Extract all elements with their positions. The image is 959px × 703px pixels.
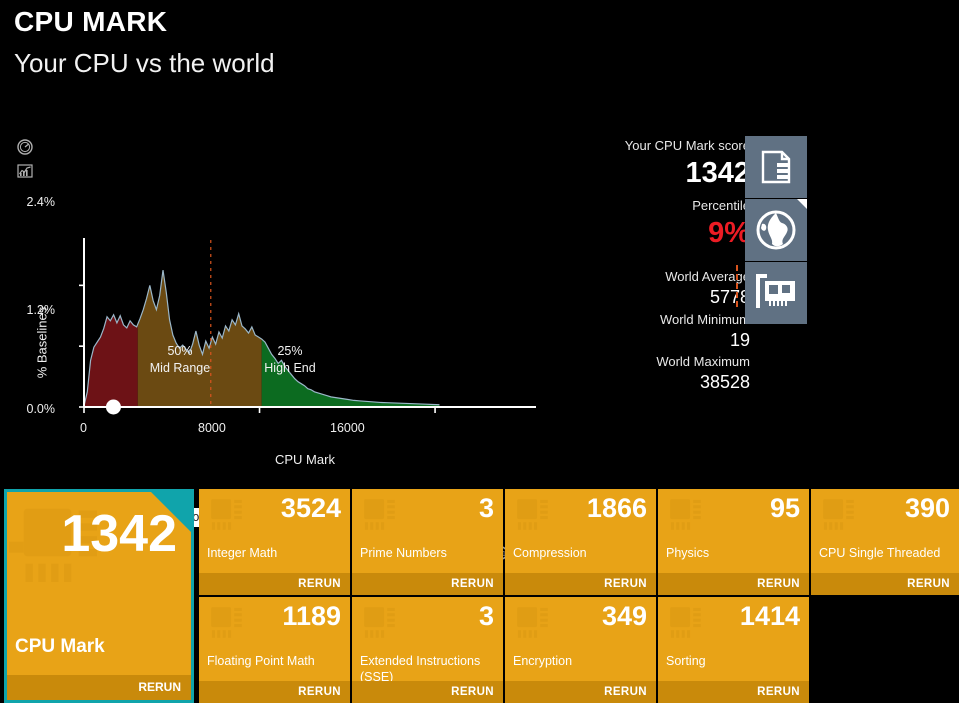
tile-prime-numbers-rerun-button[interactable]: RERUN bbox=[352, 573, 503, 595]
tile-physics-rerun-button[interactable]: RERUN bbox=[658, 573, 809, 595]
cpu-chip-icon bbox=[364, 499, 395, 530]
cpu-chip-icon bbox=[670, 607, 701, 638]
page-title: CPU MARK bbox=[14, 6, 168, 37]
tile-encryption-rerun-button[interactable]: RERUN bbox=[505, 681, 656, 703]
cpu-chip-icon bbox=[364, 607, 395, 638]
chart-plot-area[interactable] bbox=[0, 125, 560, 445]
tile-integer-math-rerun-button[interactable]: RERUN bbox=[199, 573, 350, 595]
band-high-name: High End bbox=[264, 361, 316, 375]
world-maximum-value: 38528 bbox=[699, 372, 750, 392]
tile-cpu-single-threaded-label: CPU Single Threaded bbox=[819, 546, 941, 560]
percentile-label: Percentile bbox=[692, 198, 750, 213]
benchmark-tile-grid: 1342 CPU Mark RERUN 3524 Integer Math RERU… bbox=[0, 489, 959, 703]
tile-sorting-label: Sorting bbox=[666, 654, 706, 668]
cpu-chip-icon bbox=[823, 499, 854, 530]
cpu-chip-icon bbox=[211, 607, 242, 638]
tile-integer-math[interactable]: 3524 Integer Math RERUN bbox=[199, 489, 350, 595]
tile-encryption[interactable]: 349 Encryption RERUN bbox=[505, 597, 656, 703]
world-average-value: 5778 bbox=[709, 287, 750, 307]
band-mid-pct: 50% bbox=[167, 344, 193, 358]
y-tick-2: 2.4% bbox=[26, 195, 56, 209]
score-label: Your CPU Mark score bbox=[624, 138, 750, 153]
tile-floating-point-math[interactable]: 1189 Floating Point Math RERUN bbox=[199, 597, 350, 703]
tile-compression-label: Compression bbox=[513, 546, 587, 560]
tile-compression[interactable]: 1866 Compression RERUN bbox=[505, 489, 656, 595]
tile-physics[interactable]: 95 Physics RERUN bbox=[658, 489, 809, 595]
x-tick-8000: 8000 bbox=[198, 421, 226, 435]
world-maximum-label: World Maximum bbox=[656, 354, 750, 369]
world-minimum-value: 19 bbox=[729, 330, 750, 350]
tile-physics-score: 95 bbox=[769, 493, 800, 523]
tile-cpu-mark-rerun-button[interactable]: RERUN bbox=[7, 675, 191, 700]
tile-cpu-single-threaded-rerun-button[interactable]: RERUN bbox=[811, 573, 959, 595]
tile-encryption-label: Encryption bbox=[513, 654, 573, 668]
expansion-card-icon[interactable] bbox=[745, 262, 807, 324]
tile-floating-point-math-score: 1189 bbox=[282, 601, 341, 631]
band-label-high-end: 25% High End bbox=[250, 343, 330, 377]
tile-cpu-mark-label: CPU Mark bbox=[15, 636, 105, 657]
tile-sorting-rerun-button[interactable]: RERUN bbox=[658, 681, 809, 703]
tile-extended-instructions-sse[interactable]: 3 Extended Instructions (SSE) RERUN bbox=[352, 597, 503, 703]
tile-cpu-mark[interactable]: 1342 CPU Mark RERUN bbox=[4, 489, 194, 703]
cpu-chip-icon bbox=[517, 607, 548, 638]
tile-compression-rerun-button[interactable]: RERUN bbox=[505, 573, 656, 595]
cpu-chip-icon bbox=[211, 499, 242, 530]
band-label-mid-range: 50% Mid Range bbox=[140, 343, 220, 377]
chart-y-axis-label: % Baselines bbox=[34, 306, 50, 379]
world-average-indicator-line bbox=[736, 265, 738, 307]
tile-compression-score: 1866 bbox=[586, 493, 647, 523]
band-high-pct: 25% bbox=[277, 344, 303, 358]
cpu-chip-icon bbox=[670, 499, 701, 530]
cpu-mark-page: CPU MARK Your CPU vs the world % Baselin… bbox=[0, 0, 959, 703]
tile-physics-label: Physics bbox=[666, 546, 710, 560]
tile-extended-instructions-sse-score: 3 bbox=[478, 601, 494, 631]
cpu-chip-icon bbox=[517, 499, 548, 530]
chart-x-axis-label: CPU Mark bbox=[275, 452, 335, 467]
percentile-value: 9% bbox=[708, 217, 750, 249]
tile-sorting-score: 1414 bbox=[739, 601, 800, 631]
tile-cpu-single-threaded-score: 390 bbox=[904, 493, 950, 523]
tile-integer-math-score: 3524 bbox=[280, 493, 341, 523]
tile-cpu-single-threaded[interactable]: 390 CPU Single Threaded RERUN bbox=[811, 489, 959, 595]
tile-cpu-mark-score: 1342 bbox=[61, 505, 177, 563]
tile-prime-numbers[interactable]: 3 Prime Numbers RERUN bbox=[352, 489, 503, 595]
tile-floating-point-math-label: Floating Point Math bbox=[207, 654, 315, 668]
tile-integer-math-label: Integer Math bbox=[207, 546, 278, 560]
distribution-chart: % Baselines 0.0% 1.2% 2.4% 0 8000 16000 … bbox=[0, 125, 560, 564]
x-tick-16000: 16000 bbox=[330, 421, 365, 435]
page-subtitle: Your CPU vs the world bbox=[14, 48, 275, 78]
score-value: 1342 bbox=[685, 157, 750, 189]
tile-encryption-score: 349 bbox=[601, 601, 647, 631]
x-tick-0: 0 bbox=[80, 421, 87, 435]
tile-extended-instructions-sse-rerun-button[interactable]: RERUN bbox=[352, 681, 503, 703]
y-tick-0: 0.0% bbox=[26, 402, 56, 416]
tile-floating-point-math-rerun-button[interactable]: RERUN bbox=[199, 681, 350, 703]
tile-prime-numbers-score: 3 bbox=[478, 493, 494, 523]
tile-prime-numbers-label: Prime Numbers bbox=[360, 546, 447, 560]
world-minimum-label: World Minimum bbox=[659, 312, 750, 327]
y-tick-1: 1.2% bbox=[26, 303, 56, 317]
tile-sorting[interactable]: 1414 Sorting RERUN bbox=[658, 597, 809, 703]
baseline-document-icon[interactable] bbox=[745, 136, 807, 198]
band-mid-name: Mid Range bbox=[149, 361, 211, 375]
globe-icon[interactable] bbox=[745, 199, 807, 261]
